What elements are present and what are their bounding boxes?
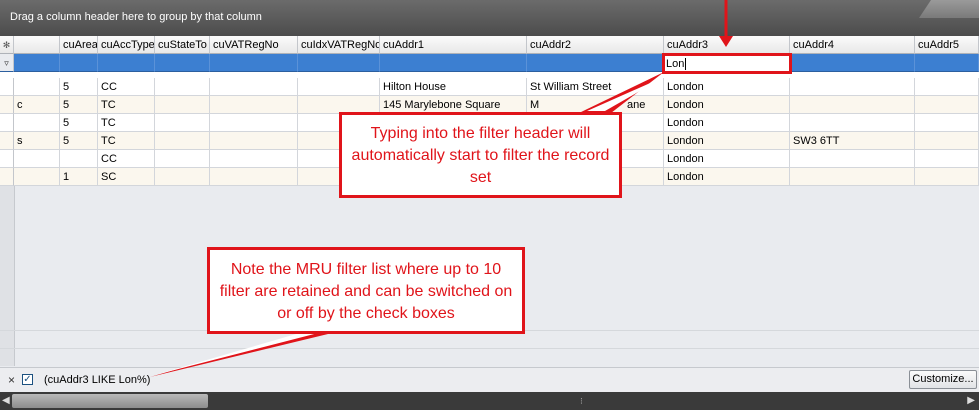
callout-pointer (579, 72, 664, 113)
filter-highlight-box (662, 53, 792, 74)
mru-callout: Note the MRU filter list where up to 10 … (207, 247, 525, 334)
filter-callout-text: Typing into the filter header will autom… (351, 125, 610, 186)
mru-callout-text: Note the MRU filter list where up to 10 … (219, 261, 513, 322)
callout-pointer (150, 334, 328, 377)
annotation-arrowhead (719, 36, 733, 47)
filter-callout: Typing into the filter header will autom… (339, 112, 622, 198)
annotation-overlay (150, 0, 733, 377)
